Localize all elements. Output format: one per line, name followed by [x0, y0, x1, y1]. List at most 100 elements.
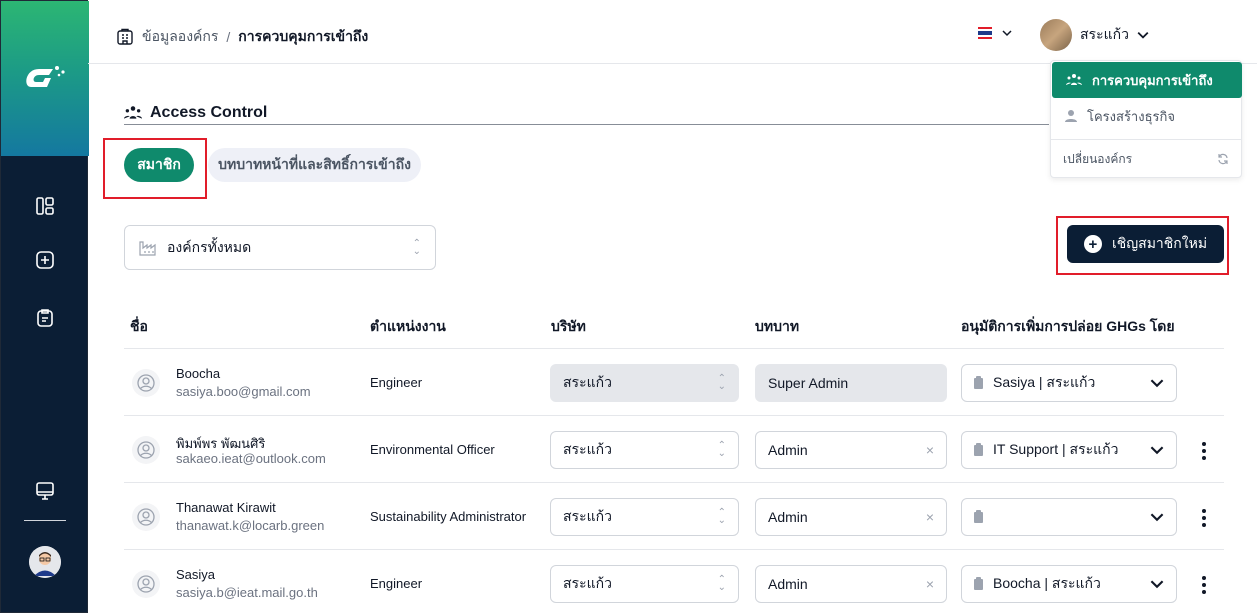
chevron-down-icon	[1150, 446, 1164, 455]
company-value: สระแก้ว	[563, 441, 612, 457]
company-select[interactable]: สระแก้ว ⌃ ⌄	[550, 498, 739, 536]
menu-item-access-control[interactable]: การควบคุมการเข้าถึง	[1052, 62, 1242, 98]
clear-icon[interactable]: ×	[926, 576, 934, 592]
tab-roles-permissions[interactable]: บทบาทหน้าที่และสิทธิ์การเข้าถึง	[208, 148, 421, 182]
clipboard-icon	[974, 375, 983, 389]
role-value: Admin	[768, 576, 808, 592]
breadcrumb-parent[interactable]: ข้อมูลองค์กร	[142, 26, 218, 48]
table-row: พิมพ์พร พัฒนศิริ sakaeo.ieat@outlook.com…	[124, 416, 1224, 483]
member-name: Thanawat Kirawit	[176, 500, 276, 515]
table-row: Sasiya sasiya.b@ieat.mail.go.th Engineer…	[124, 550, 1224, 613]
clipboard-icon[interactable]	[33, 306, 57, 330]
tab-members[interactable]: สมาชิก	[124, 148, 194, 182]
member-email: thanawat.k@locarb.green	[176, 518, 325, 533]
switch-org-label: เปลี่ยนองค์กร	[1063, 151, 1133, 166]
column-header-name: ชื่อ	[130, 318, 148, 334]
select-arrows-icon: ⌃ ⌄	[717, 440, 726, 459]
approver-value: IT Support | สระแก้ว	[993, 441, 1119, 457]
refresh-icon	[1218, 153, 1228, 165]
user-name: สระแก้ว	[1080, 26, 1129, 42]
organization-select[interactable]: องค์กรทั้งหมด ⌃ ⌄	[124, 225, 436, 270]
chevron-down-icon	[1137, 31, 1149, 39]
menu-item-label: โครงสร้างธุรกิจ	[1087, 108, 1175, 124]
company-value: สระแก้ว	[563, 374, 612, 390]
app-logo-icon	[26, 66, 65, 87]
table-row: Thanawat Kirawit thanawat.k@locarb.green…	[124, 483, 1224, 550]
breadcrumb-current: การควบคุมการเข้าถึง	[238, 28, 369, 44]
column-header-position: ตำแหน่งงาน	[370, 318, 446, 334]
role-select[interactable]: Admin ×	[755, 498, 947, 536]
clear-icon[interactable]: ×	[926, 442, 934, 458]
language-selector[interactable]	[978, 27, 1012, 39]
add-square-icon[interactable]	[33, 248, 57, 272]
sidebar-divider	[24, 520, 66, 521]
role-select: Super Admin	[755, 364, 947, 402]
select-arrows-icon: ⌃ ⌄	[717, 574, 726, 593]
company-select[interactable]: สระแก้ว ⌃ ⌄	[550, 565, 739, 603]
monitor-icon[interactable]	[33, 479, 57, 503]
menu-item-label: การควบคุมการเข้าถึง	[1092, 72, 1213, 88]
approver-select[interactable]: Boocha | สระแก้ว	[961, 565, 1177, 603]
approver-select[interactable]: Sasiya | สระแก้ว	[961, 364, 1177, 402]
access-control-icon	[1066, 74, 1082, 85]
role-select[interactable]: Admin ×	[755, 431, 947, 469]
breadcrumb: ข้อมูลองค์กร / การควบคุมการเข้าถึง	[116, 26, 368, 48]
company-select: สระแก้ว ⌃ ⌄	[550, 364, 739, 402]
user-menu[interactable]: สระแก้ว	[1040, 19, 1149, 51]
member-name: Boocha	[176, 366, 221, 381]
breadcrumb-separator: /	[226, 29, 231, 45]
clipboard-icon	[974, 509, 983, 523]
member-name: Sasiya	[176, 567, 216, 582]
user-placeholder-icon	[132, 503, 160, 531]
logo-block	[1, 1, 89, 156]
top-header: ข้อมูลองค์กร / การควบคุมการเข้าถึง สระแก…	[88, 0, 1257, 64]
member-position: Environmental Officer	[370, 442, 495, 457]
menu-divider	[1051, 139, 1241, 140]
dashboard-icon[interactable]	[33, 194, 57, 218]
row-actions-menu-icon[interactable]	[1196, 509, 1212, 527]
thai-flag-icon	[978, 27, 992, 39]
menu-item-business-structure[interactable]: โครงสร้างธุรกิจ	[1051, 98, 1241, 134]
role-value: Admin	[768, 509, 808, 525]
chevron-down-icon	[1150, 379, 1164, 388]
page-title: Access Control	[124, 104, 267, 122]
row-actions-menu-icon[interactable]	[1196, 442, 1212, 460]
sidebar-avatar[interactable]	[29, 546, 61, 578]
invite-member-button[interactable]: + เชิญสมาชิกใหม่	[1067, 225, 1224, 263]
building-icon	[117, 28, 133, 45]
member-email: sakaeo.ieat@outlook.com	[176, 451, 326, 466]
approver-select[interactable]: IT Support | สระแก้ว	[961, 431, 1177, 469]
role-value: Admin	[768, 442, 808, 458]
user-placeholder-icon	[132, 436, 160, 464]
switch-organization[interactable]: เปลี่ยนองค์กร	[1051, 141, 1241, 177]
approver-value: Boocha | สระแก้ว	[993, 575, 1101, 591]
user-placeholder-icon	[132, 570, 160, 598]
clipboard-icon	[974, 442, 983, 456]
user-dropdown-menu: การควบคุมการเข้าถึง โครงสร้างธุรกิจ เปลี…	[1050, 60, 1242, 178]
user-placeholder-icon	[132, 369, 160, 397]
chevron-down-icon	[1150, 580, 1164, 589]
member-position: Sustainability Administrator	[370, 509, 527, 524]
page-title-text: Access Control	[150, 104, 268, 121]
invite-member-label: เชิญสมาชิกใหม่	[1111, 235, 1208, 251]
company-value: สระแก้ว	[563, 575, 612, 591]
access-control-icon	[124, 106, 142, 119]
row-actions-menu-icon[interactable]	[1196, 576, 1212, 594]
sidebar	[0, 0, 89, 613]
approver-select[interactable]	[961, 498, 1177, 536]
organization-select-value: องค์กรทั้งหมด	[167, 238, 252, 255]
chevron-down-icon	[1150, 513, 1164, 522]
member-position: Engineer	[370, 375, 423, 390]
user-avatar	[1040, 19, 1072, 51]
company-select[interactable]: สระแก้ว ⌃ ⌄	[550, 431, 739, 469]
member-position: Engineer	[370, 576, 423, 591]
column-header-role: บทบาท	[755, 318, 800, 334]
column-header-approver: อนุมัติการเพิ่มการปล่อย GHGs โดย	[961, 318, 1175, 334]
clear-icon[interactable]: ×	[926, 509, 934, 525]
factory-icon	[139, 240, 156, 256]
member-email: sasiya.b@ieat.mail.go.th	[176, 585, 318, 600]
column-header-company: บริษัท	[551, 318, 586, 334]
table-row: Boocha sasiya.boo@gmail.com Engineer สระ…	[124, 349, 1224, 416]
role-select[interactable]: Admin ×	[755, 565, 947, 603]
select-arrows-icon: ⌃ ⌄	[717, 507, 726, 526]
